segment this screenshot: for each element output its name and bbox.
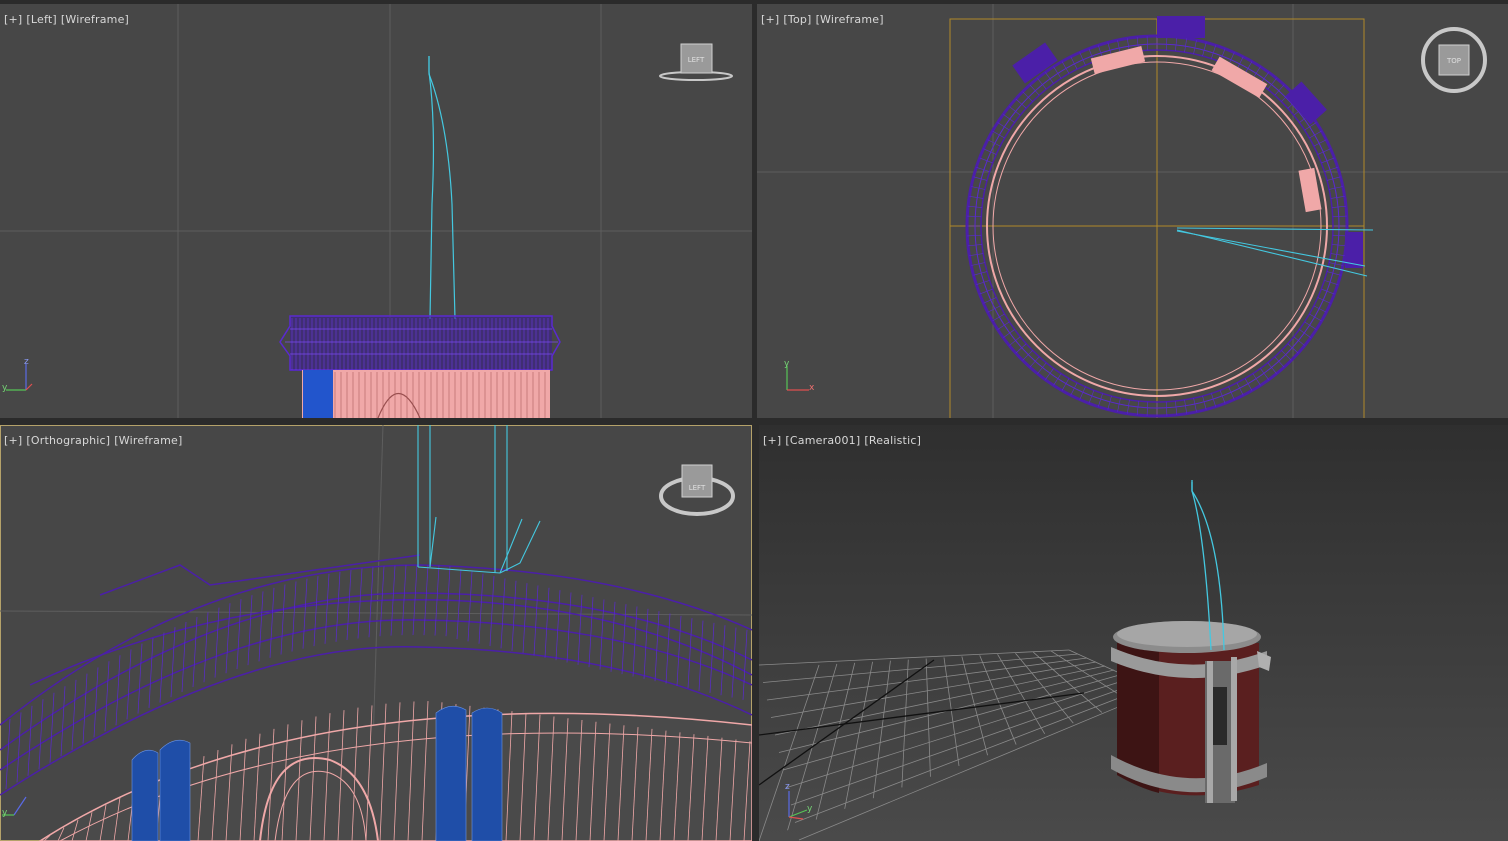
viewcube[interactable]: LEFT xyxy=(659,43,733,81)
axis-z-label: z xyxy=(24,357,29,367)
viewport-view-name[interactable]: [Orthographic] xyxy=(26,434,110,447)
viewport-label: [+] [Top] [Wireframe] xyxy=(761,13,888,26)
viewport-menu[interactable]: [+] xyxy=(4,13,22,26)
viewport-view-name[interactable]: [Top] xyxy=(783,13,811,26)
viewport-label: [+] [Orthographic] [Wireframe] xyxy=(4,434,186,447)
viewcube-face-label: LEFT xyxy=(688,56,705,64)
viewport-top[interactable]: y x TOP [+] [Top] [Wireframe] xyxy=(757,4,1508,418)
viewport-camera[interactable]: z y [+] [Camera001] [Realistic] xyxy=(759,425,1508,841)
ring-blocks[interactable] xyxy=(1012,16,1363,268)
spline-cyan[interactable] xyxy=(428,56,456,320)
axis-y-label: y xyxy=(2,808,8,818)
axis-tripod: z y xyxy=(2,357,33,393)
viewport-view-name[interactable]: [Left] xyxy=(26,13,56,26)
viewport-top-canvas[interactable]: y x TOP xyxy=(757,4,1508,418)
drum-model[interactable] xyxy=(1111,621,1271,803)
viewport-menu[interactable]: [+] xyxy=(4,434,22,447)
viewport-camera-canvas[interactable]: z y xyxy=(759,425,1508,841)
viewport-layout: z y LEFT [+] [Left] [Wireframe] y x TOP … xyxy=(0,0,1508,841)
viewcube-face-label: TOP xyxy=(1446,57,1461,65)
axis-y-label: y xyxy=(2,383,8,393)
wire-body-pink[interactable] xyxy=(302,370,550,418)
viewport-left-canvas[interactable]: z y LEFT xyxy=(0,4,752,418)
viewport-left[interactable]: z y LEFT [+] [Left] [Wireframe] xyxy=(0,4,752,418)
viewport-shading-mode[interactable]: [Wireframe] xyxy=(816,13,884,26)
floor-grid xyxy=(759,649,1160,841)
viewport-shading-mode[interactable]: [Wireframe] xyxy=(61,13,129,26)
axis-x-label: x xyxy=(809,383,815,393)
axis-y-label: y xyxy=(807,804,813,814)
viewport-orthographic-canvas[interactable]: y LEFT xyxy=(0,425,752,841)
axis-z-label: z xyxy=(785,782,790,792)
axis-tripod: z y xyxy=(785,782,813,820)
viewport-menu[interactable]: [+] xyxy=(763,434,781,447)
spline-cyan[interactable] xyxy=(417,425,541,574)
viewcube-face-label: LEFT xyxy=(689,484,706,492)
viewport-label: [+] [Left] [Wireframe] xyxy=(4,13,133,26)
viewport-label: [+] [Camera001] [Realistic] xyxy=(763,434,925,447)
viewcube[interactable]: TOP xyxy=(1421,27,1487,93)
axis-tripod: y x xyxy=(784,359,815,393)
viewport-shading-mode[interactable]: [Wireframe] xyxy=(114,434,182,447)
axis-y-label: y xyxy=(784,359,790,369)
axis-tripod: y xyxy=(2,796,27,818)
viewport-orthographic[interactable]: y LEFT [+] [Orthographic] [Wireframe] xyxy=(0,425,752,841)
selection-bounds xyxy=(949,18,1365,418)
grid-lines xyxy=(757,4,1508,418)
wire-base-top[interactable] xyxy=(279,315,561,371)
viewport-menu[interactable]: [+] xyxy=(761,13,779,26)
viewcube[interactable]: LEFT xyxy=(659,464,735,516)
viewport-view-name[interactable]: [Camera001] xyxy=(785,434,860,447)
viewport-shading-mode[interactable]: [Realistic] xyxy=(864,434,921,447)
